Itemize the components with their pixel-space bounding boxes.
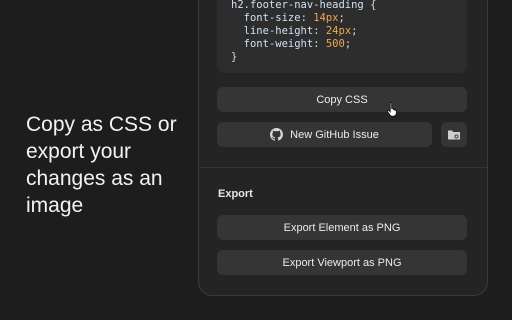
css-code-block: h2.footer-nav-heading { font-size: 14px;… [217, 0, 467, 73]
code-prop-line: font-size: 14px; [231, 12, 345, 25]
code-selector-line: h2.footer-nav-heading { [231, 0, 376, 12]
copy-css-button[interactable]: Copy CSS [217, 87, 467, 112]
code-prop-value: 500 [325, 38, 345, 50]
github-icon [270, 128, 284, 141]
inspector-panel: h2.footer-nav-heading { font-size: 14px;… [198, 0, 488, 296]
code-colon: : [300, 12, 314, 24]
code-colon: : [313, 38, 326, 50]
code-prop-line: line-height: 24px; [231, 25, 358, 38]
code-colon: : [313, 25, 326, 37]
code-close-line: } [231, 51, 237, 64]
code-prop-name: line-height [243, 25, 314, 37]
folder-icon [447, 129, 461, 141]
code-prop-value: 24px [325, 25, 352, 37]
code-open-brace: { [363, 0, 377, 11]
export-viewport-label: Export Viewport as PNG [282, 256, 402, 269]
code-semicolon: ; [338, 12, 345, 24]
export-section-heading: Export [218, 188, 253, 200]
code-semicolon: ; [344, 38, 352, 50]
new-github-issue-label: New GitHub Issue [290, 128, 379, 141]
new-github-issue-button[interactable]: New GitHub Issue [217, 122, 432, 147]
export-element-png-button[interactable]: Export Element as PNG [217, 215, 467, 240]
code-prop-line: font-weight: 500; [231, 38, 352, 51]
open-folder-button[interactable] [441, 122, 467, 147]
code-prop-name: font-size [243, 12, 301, 24]
copy-css-label: Copy CSS [316, 93, 368, 106]
code-prop-value: 14px [313, 12, 339, 24]
code-selector: h2.footer-nav-heading [231, 0, 364, 11]
code-prop-name: font-weight [243, 38, 314, 50]
export-viewport-png-button[interactable]: Export Viewport as PNG [217, 250, 467, 275]
marketing-tagline: Copy as CSS or export your changes as an… [26, 113, 177, 217]
export-element-label: Export Element as PNG [283, 221, 401, 234]
pointer-hand-icon [387, 101, 399, 122]
code-close-brace: } [231, 51, 238, 63]
code-semicolon: ; [351, 25, 358, 37]
section-divider [199, 167, 487, 168]
